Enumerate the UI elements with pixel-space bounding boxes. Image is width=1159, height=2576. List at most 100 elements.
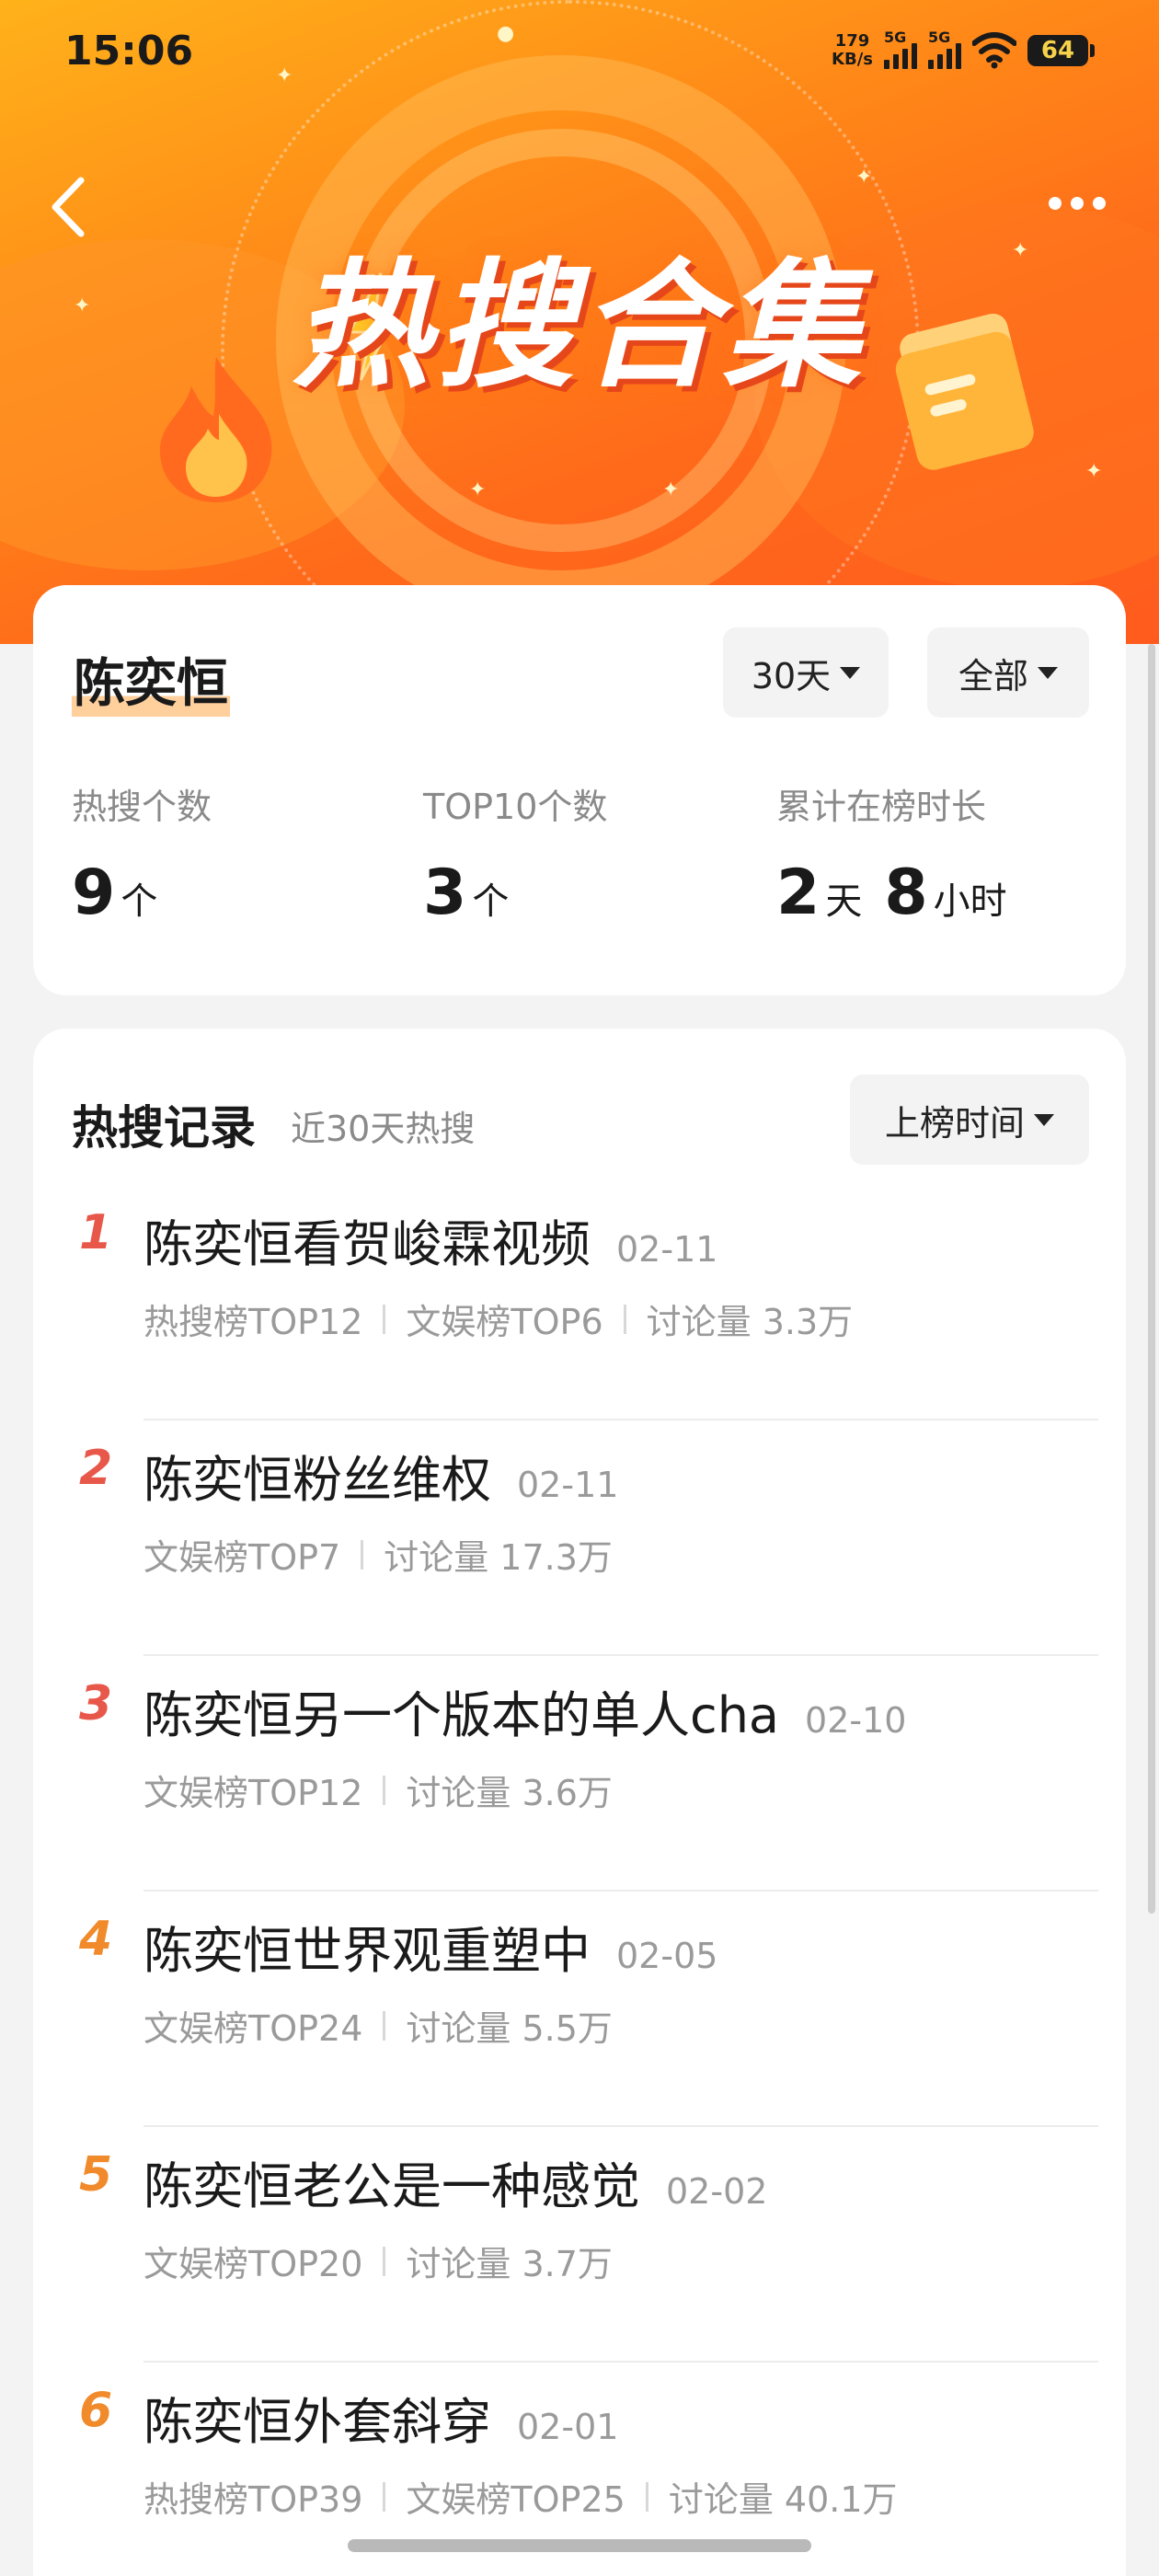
rank-number: 1 [79,1205,113,1260]
records-subtitle: 近30天热搜 [291,1109,476,1149]
stat-label: 累计在榜时长 [776,787,987,827]
header-banner: ✦ ● ✦ ✦ ✦ ✦ ✦ ✦ 15:06 179 KB/s 5G 5G 64 … [0,0,1159,644]
signal-label: 5G [928,29,951,46]
rank-number: 4 [79,1912,113,1967]
meta-tag: 热搜榜TOP39 [143,2479,363,2520]
item-date: 02-11 [517,1465,619,1505]
summary-card: 陈奕恒 30天 全部 热搜个数 9 个 TOP10个数 3 个 累计在榜时长 2… [33,585,1126,995]
list-item[interactable]: 4 陈奕恒世界观重塑中 02-05 文娱榜TOP24 讨论量 5.5万 [33,1892,1126,2127]
time-range-dropdown[interactable]: 30天 [723,627,889,718]
rank-number: 2 [79,1441,113,1496]
network-speed: 179 KB/s [832,32,873,69]
category-dropdown[interactable]: 全部 [927,627,1089,718]
item-date: 02-05 [616,1936,718,1976]
category-label: 全部 [958,655,1028,696]
item-title-row: 陈奕恒看贺峻霖视频 02-11 [143,1203,717,1276]
celebrity-name: 陈奕恒 [72,642,230,717]
item-date: 02-02 [666,2171,768,2212]
records-title: 热搜记录 [72,1101,256,1155]
time-range-label: 30天 [751,655,832,696]
meta-separator [383,2481,386,2512]
stat-hours-unit: 小时 [933,880,1007,923]
item-title-row: 陈奕恒世界观重塑中 02-05 [143,1910,717,1983]
stat-days-value: 2 [776,857,820,929]
meta-tag: 讨论量 17.3万 [384,1537,613,1578]
meta-tag: 热搜榜TOP12 [143,1302,363,1342]
network-speed-unit: KB/s [832,50,873,69]
stat-label: 热搜个数 [72,787,212,827]
list-item[interactable]: 3 陈奕恒另一个版本的单人cha 02-10 文娱榜TOP12 讨论量 3.6万 [33,1656,1126,1892]
stat-label: TOP10个数 [423,787,608,827]
cell-signal-icon: 5G [884,29,917,69]
sparkle-icon: ✦ [855,166,873,189]
battery-level: 64 [1027,35,1088,66]
sparkle-icon: ✦ [1085,460,1103,483]
meta-tag: 文娱榜TOP24 [143,2008,363,2049]
scrollbar[interactable] [1148,644,1155,1914]
status-time: 15:06 [64,27,194,75]
sort-dropdown[interactable]: 上榜时间 [850,1075,1089,1165]
meta-tag: 文娱榜TOP6 [406,1302,603,1342]
item-title: 陈奕恒外套斜穿 [143,2393,491,2451]
sparkle-icon: ✦ [662,478,680,501]
meta-tag: 讨论量 3.7万 [406,2244,613,2284]
item-title: 陈奕恒粉丝维权 [143,1451,491,1509]
item-meta: 热搜榜TOP12 文娱榜TOP6 讨论量 3.3万 [143,1294,853,1344]
network-speed-value: 179 [834,31,870,51]
stat-days-unit: 天 [825,880,863,923]
item-date: 02-11 [616,1229,718,1270]
more-button[interactable] [1036,180,1119,226]
stat-hot-search-count: 热搜个数 9 个 [72,778,212,929]
item-meta: 文娱榜TOP24 讨论量 5.5万 [143,2000,613,2051]
status-icons: 179 KB/s 5G 5G 64 [832,29,1095,69]
wifi-icon [972,32,1016,69]
item-title: 陈奕恒老公是一种感觉 [143,2157,640,2215]
item-meta: 文娱榜TOP12 讨论量 3.6万 [143,1765,613,1815]
stat-total-duration: 累计在榜时长 2 天 8 小时 [776,778,1024,929]
meta-tag: 讨论量 3.3万 [646,1302,854,1342]
item-title-row: 陈奕恒老公是一种感觉 02-02 [143,2145,767,2218]
item-meta: 文娱榜TOP20 讨论量 3.7万 [143,2236,613,2286]
meta-separator [623,1304,626,1334]
meta-tag: 文娱榜TOP7 [143,1537,341,1578]
item-title-row: 陈奕恒另一个版本的单人cha 02-10 [143,1674,906,1747]
meta-tag: 文娱榜TOP25 [406,2479,625,2520]
folder-icon [895,313,1034,470]
item-title: 陈奕恒世界观重塑中 [143,1922,591,1980]
meta-separator [383,2010,386,2041]
rank-number: 5 [79,2147,113,2202]
list-item[interactable]: 2 陈奕恒粉丝维权 02-11 文娱榜TOP7 讨论量 17.3万 [33,1420,1126,1656]
meta-separator [383,1304,386,1334]
meta-tag: 文娱榜TOP12 [143,1773,363,1813]
list-item[interactable]: 5 陈奕恒老公是一种感觉 02-02 文娱榜TOP20 讨论量 3.7万 [33,2127,1126,2363]
rank-number: 6 [79,2383,113,2438]
stat-value: 3 [423,857,467,929]
item-date: 02-10 [805,1700,907,1741]
back-button[interactable] [40,175,96,239]
stat-unit: 个 [472,880,510,923]
meta-separator [361,1539,364,1570]
status-bar: 15:06 179 KB/s 5G 5G 64 [0,0,1159,101]
item-meta: 文娱榜TOP7 讨论量 17.3万 [143,1529,613,1580]
stat-hours-value: 8 [884,857,928,929]
stat-value: 9 [72,857,116,929]
caret-down-icon [1038,666,1058,679]
meta-tag: 讨论量 3.6万 [406,1773,613,1813]
meta-separator [383,2246,386,2276]
home-indicator[interactable] [348,2539,811,2552]
item-title-row: 陈奕恒外套斜穿 02-01 [143,2381,618,2454]
list-item[interactable]: 1 陈奕恒看贺峻霖视频 02-11 热搜榜TOP12 文娱榜TOP6 讨论量 3.3万 [33,1185,1126,1420]
item-meta: 热搜榜TOP39 文娱榜TOP25 讨论量 40.1万 [143,2471,898,2522]
cell-signal-icon: 5G [928,29,961,69]
meta-tag: 文娱榜TOP20 [143,2244,363,2284]
battery-icon: 64 [1027,35,1095,66]
meta-tag: 讨论量 5.5万 [406,2008,613,2049]
item-title: 陈奕恒另一个版本的单人cha [143,1686,780,1744]
item-date: 02-01 [517,2407,619,2447]
records-card: 热搜记录 近30天热搜 上榜时间 1 陈奕恒看贺峻霖视频 02-11 热搜榜TOP12… [33,1029,1126,2576]
sparkle-icon: ✦ [469,478,487,501]
meta-tag: 讨论量 40.1万 [668,2479,898,2520]
sort-label: 上榜时间 [884,1102,1025,1144]
meta-separator [383,1775,386,1805]
caret-down-icon [1034,1113,1054,1126]
